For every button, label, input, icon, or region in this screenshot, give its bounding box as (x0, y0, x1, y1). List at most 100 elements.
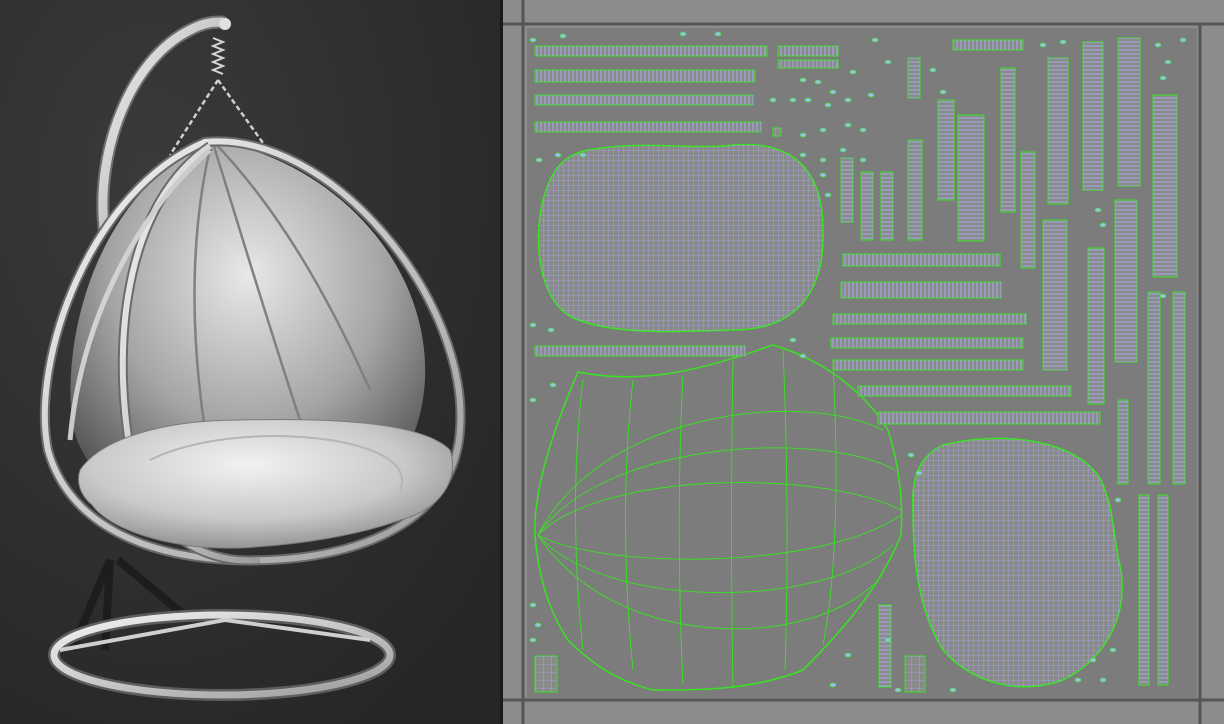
uv-strip-horizontal-wire (841, 282, 1001, 298)
uv-strip-vertical-wire (1083, 42, 1103, 190)
uv-island-small[interactable] (549, 382, 557, 388)
uv-island-small[interactable] (1099, 222, 1107, 228)
uv-island-small[interactable] (849, 69, 857, 75)
uv-strip-vertical-wire (908, 140, 922, 240)
uv-island-small[interactable] (799, 152, 807, 158)
uv-strip-horizontal-wire (778, 46, 838, 56)
uv-island-small[interactable] (769, 97, 777, 103)
uv-island-small[interactable] (844, 652, 852, 658)
uv-strip-horizontal-wire (858, 386, 1071, 396)
uv-island-small[interactable] (799, 77, 807, 83)
uv-strip-vertical-wire (879, 605, 891, 687)
uv-island-small[interactable] (819, 172, 827, 178)
uv-island-small[interactable] (859, 127, 867, 133)
uv-strip-vertical-wire (841, 158, 853, 222)
uv-island-small[interactable] (799, 132, 807, 138)
uv-strip-horizontal-wire (833, 314, 1026, 324)
uv-island-small[interactable] (799, 353, 807, 359)
uv-island-small[interactable] (884, 59, 892, 65)
uv-island-small[interactable] (529, 322, 537, 328)
uv-strip-vertical-wire (1118, 38, 1140, 186)
uv-strip-vertical-wire (1148, 292, 1160, 484)
uv-island-small[interactable] (884, 637, 892, 643)
uv-island-small[interactable] (535, 157, 543, 163)
uv-island-small[interactable] (844, 97, 852, 103)
uv-strip-horizontal-wire (953, 40, 1023, 50)
uv-strip-vertical-wire (1158, 495, 1168, 685)
uv-island-small[interactable] (554, 152, 562, 158)
uv-island-small[interactable] (1059, 39, 1067, 45)
uv-island-small[interactable] (929, 67, 937, 73)
uv-island-small[interactable] (867, 92, 875, 98)
uv-strip-vertical-wire (1139, 495, 1149, 685)
uv-strip-horizontal-wire (535, 122, 761, 132)
uv-island-small[interactable] (1159, 293, 1167, 299)
uv-strip-horizontal-wire (535, 70, 755, 82)
uv-island-small[interactable] (1089, 657, 1097, 663)
uv-island-small[interactable] (529, 37, 537, 43)
uv-island-small[interactable] (824, 192, 832, 198)
uv-island-small[interactable] (714, 31, 722, 37)
uv-island-small[interactable] (529, 397, 537, 403)
uv-island-small[interactable] (679, 31, 687, 37)
uv-strip-vertical-wire (1001, 68, 1015, 212)
uv-island-small[interactable] (529, 637, 537, 643)
uv-island-small[interactable] (1109, 647, 1117, 653)
uv-strip-vertical-wire (1043, 220, 1067, 370)
uv-strip-vertical-wire (881, 172, 893, 240)
uv-strip-vertical-wire (1115, 200, 1137, 362)
editor-window (0, 0, 1224, 724)
perspective-viewport[interactable] (0, 0, 500, 724)
uv-island-small[interactable] (844, 122, 852, 128)
uv-island-small[interactable] (1039, 42, 1047, 48)
uv-island-small[interactable] (859, 157, 867, 163)
uv-island-small[interactable] (907, 452, 915, 458)
uv-island-small[interactable] (819, 127, 827, 133)
uv-island-patch-wire (905, 656, 925, 692)
uv-island-small[interactable] (829, 682, 837, 688)
uv-strip-vertical-wire (1118, 400, 1128, 484)
uv-island-small[interactable] (1099, 677, 1107, 683)
uv-island-small[interactable] (839, 147, 847, 153)
stand-cap (219, 18, 231, 30)
uv-editor-panel[interactable] (503, 0, 1224, 724)
uv-strip-vertical-wire (938, 100, 954, 200)
uv-island-small[interactable] (819, 157, 827, 163)
uv-island-small[interactable] (789, 97, 797, 103)
uv-island-small[interactable] (559, 33, 567, 39)
uv-island-small[interactable] (579, 152, 587, 158)
uv-island-small[interactable] (1179, 37, 1187, 43)
uv-strip-horizontal-wire (535, 95, 753, 105)
uv-strip-horizontal-wire (831, 338, 1023, 348)
uv-island-small[interactable] (829, 89, 837, 95)
uv-strip-vertical-wire (908, 58, 920, 98)
uv-strip-vertical-wire (1153, 95, 1177, 277)
uv-island-small[interactable] (534, 622, 542, 628)
uv-island-small[interactable] (547, 327, 555, 333)
uv-island-small[interactable] (814, 79, 822, 85)
uv-strip-vertical-wire (861, 172, 873, 240)
uv-island-small[interactable] (894, 687, 902, 693)
uv-island-small[interactable] (529, 602, 537, 608)
uv-island-small[interactable] (804, 97, 812, 103)
uv-island-small[interactable] (939, 89, 947, 95)
uv-island-small[interactable] (915, 470, 923, 476)
uv-canvas[interactable] (503, 0, 1224, 724)
uv-island-small[interactable] (824, 102, 832, 108)
uv-island-small[interactable] (949, 687, 957, 693)
uv-strip-horizontal-wire (833, 360, 1023, 370)
viewport-canvas[interactable] (0, 0, 500, 724)
uv-island-small[interactable] (1074, 677, 1082, 683)
uv-island-small[interactable] (871, 37, 879, 43)
uv-island-small[interactable] (1159, 75, 1167, 81)
uv-island-small[interactable] (1154, 42, 1162, 48)
uv-strip-horizontal-wire (878, 412, 1100, 424)
uv-strip-vertical-wire (1173, 292, 1185, 484)
uv-island-patch-wire (773, 128, 781, 136)
uv-island-small[interactable] (789, 337, 797, 343)
uv-island-small[interactable] (1164, 59, 1172, 65)
uv-strip-vertical-wire (1021, 152, 1035, 268)
uv-island-small[interactable] (1094, 207, 1102, 213)
uv-strip-vertical-wire (1048, 58, 1068, 204)
uv-island-small[interactable] (1114, 497, 1122, 503)
